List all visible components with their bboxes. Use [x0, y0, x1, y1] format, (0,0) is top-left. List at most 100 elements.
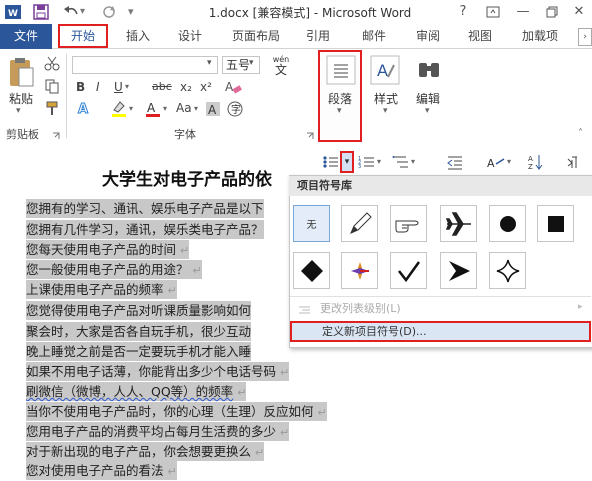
- bullet-none-option[interactable]: 无: [293, 205, 330, 242]
- subscript-button[interactable]: x₂: [180, 80, 192, 94]
- bullet-diamond-option[interactable]: [293, 252, 330, 289]
- paste-icon[interactable]: [6, 56, 36, 90]
- highlight-dropdown-icon[interactable]: ▾: [129, 104, 133, 113]
- superscript-button[interactable]: x²: [200, 80, 212, 94]
- italic-button[interactable]: I: [96, 80, 100, 94]
- clear-formatting-icon[interactable]: A: [224, 78, 242, 96]
- change-list-level-item: 更改列表级别(L): [290, 298, 591, 319]
- document-title[interactable]: 大学生对电子产品的依: [102, 165, 272, 190]
- font-color-dropdown-icon[interactable]: ▾: [163, 104, 167, 113]
- help-icon[interactable]: ?: [452, 2, 474, 22]
- customize-quick-access-icon[interactable]: ▾: [128, 3, 142, 21]
- numbering-icon[interactable]: 123: [358, 154, 376, 170]
- collapse-ribbon-icon[interactable]: ˄: [578, 128, 583, 139]
- cut-icon[interactable]: [44, 55, 60, 71]
- character-shading-icon[interactable]: A: [204, 100, 222, 118]
- doc-line[interactable]: 您每天使用电子产品的时间 ↵: [26, 240, 190, 259]
- font-name-dropdown-icon[interactable]: ▾: [207, 58, 212, 68]
- change-case-dropdown-icon[interactable]: ▾: [194, 104, 198, 113]
- doc-line[interactable]: 您一般使用电子产品的用途？ ↵: [26, 260, 202, 279]
- tab-insert[interactable]: 插入: [118, 24, 158, 48]
- ribbon-display-icon[interactable]: [482, 2, 504, 22]
- doc-line[interactable]: 刷微信（微博，人人、QQ等）的频率 ↵: [26, 382, 247, 401]
- multilevel-list-icon[interactable]: [392, 154, 410, 170]
- define-new-bullet-item[interactable]: 定义新项目符号(D)...: [290, 321, 591, 342]
- bullet-circle-option[interactable]: [489, 205, 526, 242]
- tab-addins[interactable]: 加载项: [512, 24, 568, 48]
- doc-line[interactable]: 当你不使用电子产品时，你的心理（生理）反应如何 ↵: [26, 402, 327, 421]
- chinese-layout-dropdown-icon[interactable]: ▾: [507, 157, 511, 166]
- font-size-combo[interactable]: 五号: [222, 56, 260, 74]
- tab-design[interactable]: 设计: [170, 24, 210, 48]
- undo-icon[interactable]: [62, 3, 80, 21]
- text-effects-icon[interactable]: A: [76, 100, 92, 118]
- highlight-color-icon[interactable]: [110, 100, 128, 118]
- save-icon[interactable]: [32, 3, 50, 21]
- tab-references[interactable]: 引用: [298, 24, 338, 48]
- four-point-star-icon: [496, 259, 519, 282]
- doc-line-text: 上课使用电子产品的频率: [26, 282, 164, 297]
- bullet-star-option[interactable]: [489, 252, 526, 289]
- numbering-dropdown-icon[interactable]: ▾: [377, 157, 381, 166]
- restore-button[interactable]: [541, 2, 563, 22]
- font-name-combo[interactable]: [72, 56, 218, 74]
- sort-icon[interactable]: AZ: [528, 153, 544, 171]
- clipboard-launcher-icon[interactable]: [52, 129, 60, 139]
- font-size-dropdown-icon[interactable]: ▾: [249, 58, 254, 68]
- paragraph-mark: ↵: [192, 264, 202, 277]
- format-painter-icon[interactable]: [44, 100, 60, 116]
- bullets-dropdown-button[interactable]: ▾: [340, 151, 354, 173]
- doc-line[interactable]: 如果不用电子话薄，你能背出多少个电话号码 ↵: [26, 362, 290, 381]
- paste-dropdown-icon[interactable]: ▾: [16, 106, 21, 116]
- bullet-square-option[interactable]: [537, 205, 574, 242]
- decrease-indent-icon[interactable]: [446, 154, 464, 170]
- doc-line[interactable]: 您觉得使用电子产品对听课质量影响如何: [26, 301, 252, 320]
- styles-dropdown-icon[interactable]: ▾: [383, 106, 388, 116]
- tab-layout[interactable]: 页面布局: [228, 24, 284, 48]
- underline-button[interactable]: U: [114, 80, 123, 94]
- enclose-character-icon[interactable]: 字: [226, 100, 244, 118]
- tab-mailings[interactable]: 邮件: [354, 24, 394, 48]
- doc-line[interactable]: 您拥有的学习、通讯、娱乐电子产品是以下: [26, 199, 264, 218]
- underline-dropdown-icon[interactable]: ▾: [125, 82, 129, 91]
- editing-dropdown-icon[interactable]: ▾: [425, 106, 430, 116]
- styles-label[interactable]: 样式: [366, 90, 406, 107]
- tab-view[interactable]: 视图: [460, 24, 500, 48]
- doc-line[interactable]: 您对使用电子产品的看法 ↵: [26, 461, 177, 480]
- tab-scroll-button[interactable]: ›: [578, 28, 592, 46]
- copy-icon[interactable]: [44, 78, 60, 94]
- close-button[interactable]: ✕: [568, 2, 590, 22]
- doc-line[interactable]: 上课使用电子产品的频率 ↵: [26, 280, 177, 299]
- doc-line[interactable]: 您拥有几件学习，通讯，娱乐类电子产品？: [26, 220, 264, 239]
- paste-label[interactable]: 粘贴: [6, 90, 36, 107]
- font-launcher-icon[interactable]: [306, 129, 314, 139]
- change-case-button[interactable]: Aa: [176, 101, 192, 115]
- chinese-layout-icon[interactable]: A: [486, 154, 506, 170]
- bullet-arrowhead-option[interactable]: [440, 252, 477, 289]
- bullets-icon[interactable]: [322, 154, 340, 170]
- bullet-pencil-option[interactable]: [341, 205, 378, 242]
- tab-file[interactable]: 文件: [0, 24, 52, 49]
- show-marks-icon[interactable]: [564, 154, 580, 170]
- strikethrough-button[interactable]: abc: [152, 80, 172, 93]
- font-color-icon[interactable]: A: [144, 100, 162, 118]
- minimize-button[interactable]: —: [512, 2, 534, 22]
- binoculars-icon[interactable]: [414, 55, 444, 85]
- doc-line[interactable]: 对于新出现的电子产品，你会想要更换么 ↵: [26, 442, 265, 461]
- multilevel-dropdown-icon[interactable]: ▾: [411, 157, 415, 166]
- bullet-pointing-hand-option[interactable]: [390, 205, 427, 242]
- bullet-four-diamond-option[interactable]: [341, 252, 378, 289]
- tab-review[interactable]: 审阅: [408, 24, 448, 48]
- tab-home[interactable]: 开始: [58, 24, 108, 48]
- redo-icon[interactable]: [100, 3, 118, 21]
- doc-line[interactable]: 您用电子产品的消费平均占每月生活费的多少 ↵: [26, 422, 290, 441]
- doc-line[interactable]: 晚上睡觉之前是否一定要玩手机才能入睡: [26, 342, 252, 361]
- editing-label[interactable]: 编辑: [408, 90, 448, 107]
- bold-button[interactable]: B: [76, 80, 85, 94]
- bullet-checkmark-option[interactable]: [390, 252, 427, 289]
- styles-icon[interactable]: A: [370, 55, 400, 85]
- doc-line[interactable]: 聚会时，大家是否各自玩手机，很少互动: [26, 322, 252, 341]
- phonetic-guide-button[interactable]: wén 文: [268, 55, 294, 77]
- undo-dropdown-icon[interactable]: ▾: [80, 3, 90, 21]
- bullet-airplane-option[interactable]: [440, 205, 477, 242]
